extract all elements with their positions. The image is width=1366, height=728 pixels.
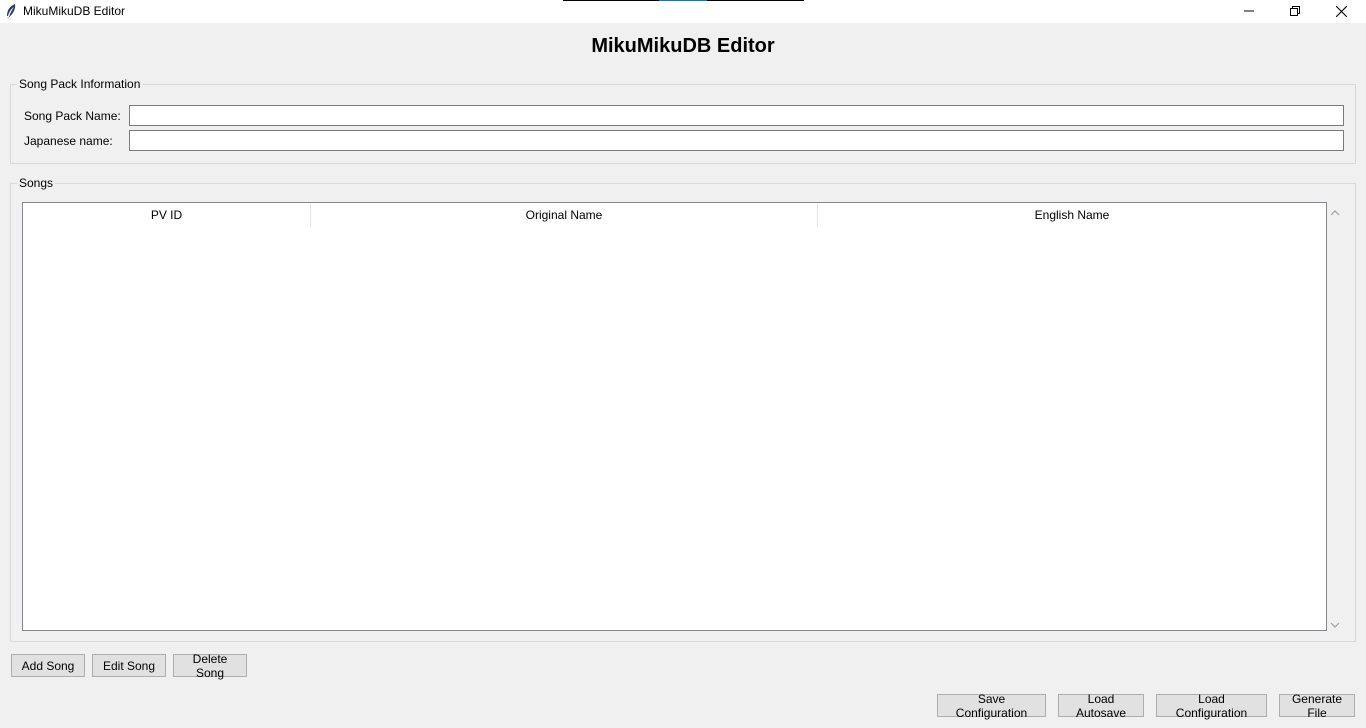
chevron-down-icon[interactable] bbox=[1330, 618, 1340, 632]
title-bar: MikuMikuDB Editor bbox=[0, 0, 1366, 23]
add-song-button[interactable]: Add Song bbox=[11, 654, 85, 677]
title-bar-accent bbox=[659, 0, 707, 1]
songs-table[interactable]: PV ID Original Name English Name bbox=[22, 202, 1327, 631]
close-icon bbox=[1335, 5, 1347, 17]
songs-table-header: PV ID Original Name English Name bbox=[23, 203, 1326, 227]
load-autosave-button[interactable]: Load Autosave bbox=[1058, 692, 1144, 720]
restore-icon bbox=[1290, 6, 1300, 16]
save-configuration-button[interactable]: Save Configuration bbox=[937, 692, 1046, 720]
song-pack-name-label: Song Pack Name: bbox=[24, 109, 121, 123]
page-title: MikuMikuDB Editor bbox=[591, 35, 775, 57]
delete-song-button[interactable]: Delete Song bbox=[173, 652, 247, 680]
column-header-pv-id[interactable]: PV ID bbox=[23, 203, 311, 227]
close-button[interactable] bbox=[1318, 0, 1364, 22]
minimize-button[interactable] bbox=[1226, 0, 1272, 22]
songs-scrollbar[interactable] bbox=[1327, 202, 1344, 631]
songs-label: Songs bbox=[17, 175, 56, 191]
song-pack-info-label: Song Pack Information bbox=[17, 76, 143, 92]
japanese-name-input[interactable] bbox=[129, 130, 1344, 151]
window-title: MikuMikuDB Editor bbox=[23, 4, 126, 18]
song-pack-name-input[interactable] bbox=[129, 105, 1344, 126]
japanese-name-label: Japanese name: bbox=[24, 134, 113, 148]
edit-song-button[interactable]: Edit Song bbox=[92, 654, 166, 677]
generate-file-button[interactable]: Generate File bbox=[1279, 692, 1355, 720]
minimize-icon bbox=[1244, 6, 1254, 16]
maximize-button[interactable] bbox=[1272, 0, 1318, 22]
feather-icon bbox=[4, 3, 18, 19]
column-header-english-name[interactable]: English Name bbox=[818, 203, 1326, 227]
chevron-up-icon[interactable] bbox=[1330, 206, 1340, 220]
column-header-original-name[interactable]: Original Name bbox=[311, 203, 818, 227]
load-configuration-button[interactable]: Load Configuration bbox=[1156, 692, 1267, 720]
